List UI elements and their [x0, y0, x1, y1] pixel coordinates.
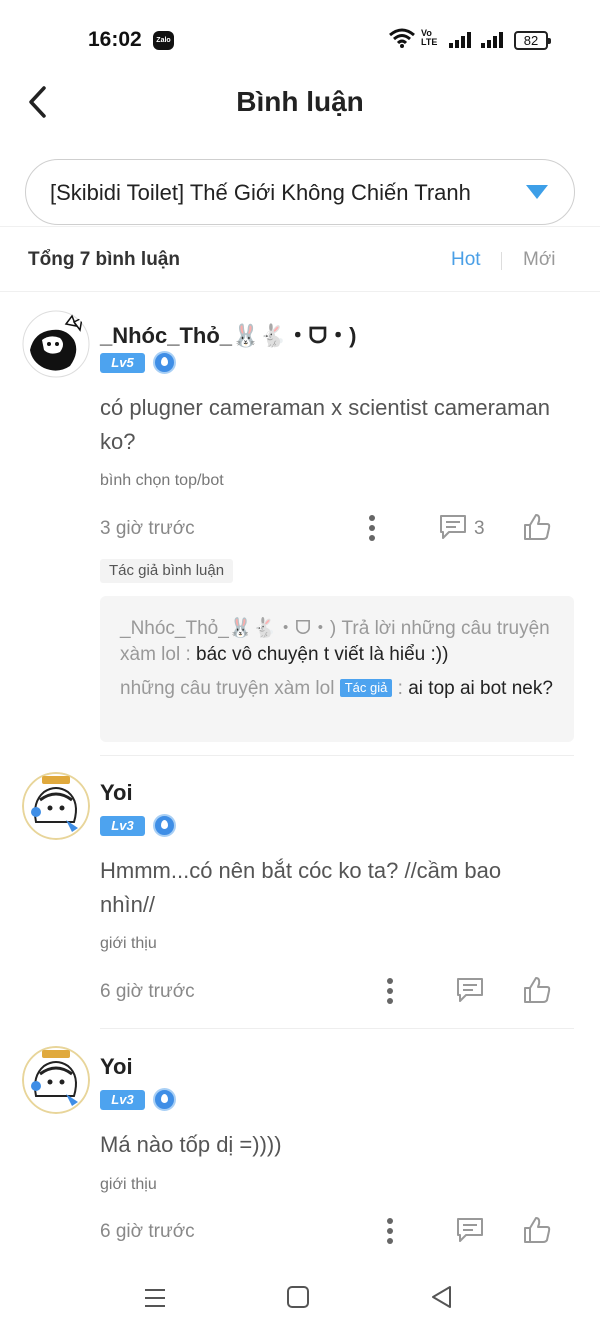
- level-badge: Lv3: [100, 1090, 145, 1110]
- comment-summary-bar: Tổng 7 bình luận Hot Mới: [0, 226, 600, 292]
- status-bar: 16:02 Zalo Vo LTE 82: [0, 0, 600, 80]
- signal-icon: [449, 32, 471, 48]
- comment-tag: giới thịu: [100, 1176, 157, 1193]
- divider: [100, 755, 574, 756]
- author-badge: Tác giả: [339, 679, 393, 697]
- sort-divider: [501, 252, 502, 270]
- comment-content: có plugner cameraman x scientist cameram…: [100, 395, 550, 454]
- comment-content: Hmmm...có nên bắt cóc ko ta? //cầm bao n…: [100, 858, 502, 917]
- battery-icon: 82: [514, 31, 551, 50]
- vip-drop-icon: [153, 351, 176, 374]
- vip-drop-icon: [153, 814, 176, 837]
- menu-icon[interactable]: [143, 1286, 167, 1310]
- avatar[interactable]: [22, 310, 90, 378]
- zalo-icon: Zalo: [153, 31, 174, 50]
- comment-time: 6 giờ trước: [100, 1221, 195, 1242]
- comment-username[interactable]: Yoi: [100, 1054, 133, 1080]
- signal-icon: [481, 32, 503, 48]
- author-chip: Tác giả bình luận: [100, 559, 234, 583]
- more-options-icon[interactable]: [362, 514, 382, 542]
- comment-username[interactable]: _Nhóc_Thỏ_🐰🐇・ᗜ・): [100, 318, 356, 350]
- comment-total: Tổng 7 bình luận: [28, 249, 180, 270]
- sort-hot-tab[interactable]: Hot: [451, 249, 481, 271]
- reply-count: 3: [474, 518, 485, 539]
- more-options-icon[interactable]: [380, 977, 400, 1005]
- comment-username[interactable]: Yoi: [100, 780, 133, 806]
- back-triangle-icon[interactable]: [430, 1285, 452, 1309]
- comment-time: 6 giờ trước: [100, 981, 195, 1002]
- thumbs-up-icon[interactable]: [522, 512, 552, 542]
- level-badge: Lv3: [100, 816, 145, 836]
- status-time: 16:02: [88, 28, 142, 51]
- reply-icon[interactable]: [455, 1216, 485, 1244]
- comment-tag: giới thịu: [100, 935, 157, 952]
- vip-drop-icon: [153, 1088, 176, 1111]
- home-square-icon[interactable]: [287, 1286, 309, 1308]
- caret-down-icon: [526, 185, 548, 199]
- reply-author[interactable]: những câu truyện xàm lol: [120, 678, 334, 699]
- more-options-icon[interactable]: [380, 1217, 400, 1245]
- reply-text: bác vô chuyện t viết là hiểu :)): [196, 644, 449, 665]
- reply-separator: :: [392, 678, 409, 699]
- thumbs-up-icon[interactable]: [522, 975, 552, 1005]
- avatar[interactable]: [22, 772, 90, 840]
- chapter-selected-value: [Skibidi Toilet] Thế Giới Không Chiến Tr…: [50, 180, 471, 205]
- divider: [100, 1028, 574, 1029]
- reply-icon[interactable]: [438, 513, 468, 541]
- wifi-icon: [389, 28, 415, 48]
- reply-author[interactable]: _Nhóc_Thỏ_🐰🐇・ᗜ・): [120, 618, 336, 639]
- sort-new-tab[interactable]: Mới: [523, 249, 556, 271]
- level-badge: Lv5: [100, 353, 145, 373]
- chapter-selector[interactable]: [Skibidi Toilet] Thế Giới Không Chiến Tr…: [25, 159, 575, 225]
- comment-tag: bình chọn top/bot: [100, 472, 224, 489]
- comment-time: 3 giờ trước: [100, 518, 195, 539]
- reply-icon[interactable]: [455, 976, 485, 1004]
- system-nav-bar: [0, 1262, 600, 1333]
- reply-preview[interactable]: _Nhóc_Thỏ_🐰🐇・ᗜ・) Trả lời những câu truyệ…: [100, 596, 574, 742]
- reply-item: những câu truyện xàm lol Tác giả : ai to…: [120, 676, 560, 702]
- comment-content: Má nào tốp dị =)))): [100, 1132, 282, 1157]
- avatar[interactable]: [22, 1046, 90, 1114]
- reply-item: _Nhóc_Thỏ_🐰🐇・ᗜ・) Trả lời những câu truyệ…: [120, 616, 560, 668]
- reply-text: ai top ai bot nek?: [408, 678, 553, 699]
- page-title: Bình luận: [236, 86, 364, 117]
- volte-icon: Vo LTE: [421, 28, 438, 47]
- thumbs-up-icon[interactable]: [522, 1215, 552, 1245]
